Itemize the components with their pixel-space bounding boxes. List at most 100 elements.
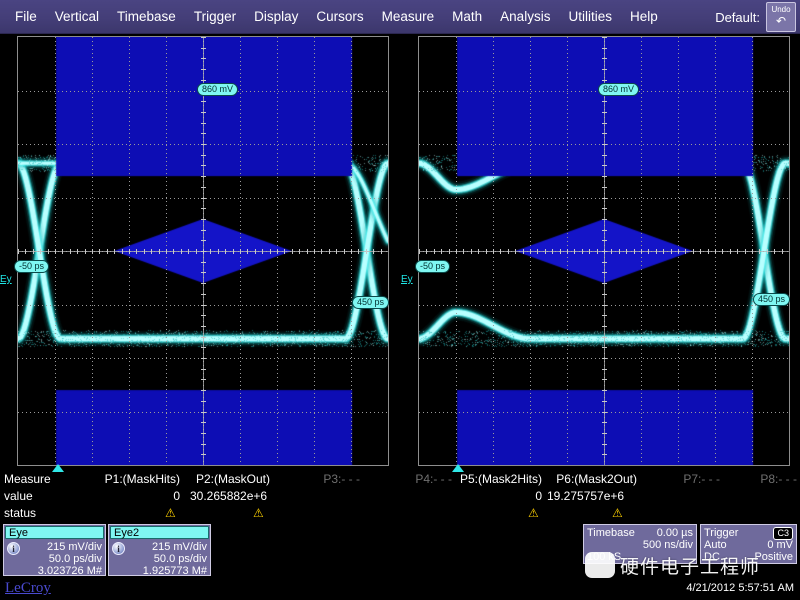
measure-col-header-p1[interactable]: P1:(MaskHits) xyxy=(100,472,180,486)
measure-value-p6: 19.275757e+6 xyxy=(547,489,637,503)
menu-item-cursors[interactable]: Cursors xyxy=(307,0,372,34)
grid-tick xyxy=(201,198,206,199)
info-icon[interactable]: i xyxy=(7,542,20,555)
trigger-descriptor[interactable]: Trigger C3 Auto 0 mV DC Positive xyxy=(700,524,797,564)
measure-col-header-p7[interactable]: P7:- - - xyxy=(660,472,720,486)
measure-status-warning-p6[interactable]: ⚠ xyxy=(612,506,623,520)
left-grid-right-cursor-label[interactable]: 450 ps xyxy=(352,296,389,309)
right-grid-right-cursor-label[interactable]: 450 ps xyxy=(753,293,790,306)
grid-tick xyxy=(196,249,197,254)
trigger-coupling: DC xyxy=(704,551,720,563)
left-grid-position-marker[interactable] xyxy=(52,464,64,472)
grid-tick xyxy=(602,347,607,348)
grid-tick xyxy=(188,249,189,254)
undo-button[interactable]: Undo ↶ xyxy=(766,2,796,32)
grid-tick xyxy=(201,155,206,156)
grid-tick xyxy=(225,249,226,254)
footer-bar: LeCroy 4/21/2012 5:57:51 AM xyxy=(0,578,800,600)
measure-col-header-p8[interactable]: P8:- - - xyxy=(737,472,797,486)
grid-tick xyxy=(611,249,612,254)
channel-descriptor-eye-title[interactable]: Eye xyxy=(5,526,104,539)
grid-tick xyxy=(634,249,635,254)
measure-col-header-p2[interactable]: P2:(MaskOut) xyxy=(190,472,270,486)
timebase-descriptor[interactable]: Timebase 0.00 µs 500 ns/div 100 kS xyxy=(583,524,697,564)
grid-tick xyxy=(663,249,664,254)
measure-status-warning-p1[interactable]: ⚠ xyxy=(165,506,176,520)
grid-tick xyxy=(201,165,206,166)
left-eye-grid[interactable] xyxy=(17,36,389,466)
grid-tick xyxy=(201,294,206,295)
menu-item-trigger[interactable]: Trigger xyxy=(185,0,245,34)
menu-item-timebase[interactable]: Timebase xyxy=(108,0,185,34)
grid-tick xyxy=(602,369,607,370)
measure-col-header-p4[interactable]: P4:- - - xyxy=(392,472,452,486)
left-grid-left-cursor-label[interactable]: -50 ps xyxy=(14,260,49,273)
grid-tick xyxy=(537,249,538,254)
menu-item-vertical[interactable]: Vertical xyxy=(46,0,108,34)
grid-tick xyxy=(201,454,206,455)
grid-tick xyxy=(789,249,790,254)
grid-tick xyxy=(602,401,607,402)
right-grid-top-mask-label: 860 mV xyxy=(598,83,639,96)
menu-item-file[interactable]: File xyxy=(6,0,46,34)
datetime-display: 4/21/2012 5:57:51 AM xyxy=(686,582,794,594)
grid-tick xyxy=(233,249,234,254)
grid-tick xyxy=(329,249,330,254)
measure-col-header-p5[interactable]: P5:(Mask2Hits) xyxy=(452,472,542,486)
menu-item-display[interactable]: Display xyxy=(245,0,307,34)
lecroy-brand-link[interactable]: LeCroy xyxy=(5,580,51,597)
grid-tick xyxy=(685,249,686,254)
grid-tick xyxy=(602,251,607,252)
grid-tick xyxy=(602,412,607,413)
measure-table: Measure P1:(MaskHits) P2:(MaskOut) P3:- … xyxy=(0,470,800,522)
grid-tick xyxy=(700,249,701,254)
grid-tick xyxy=(602,80,607,81)
channel-descriptor-eye[interactable]: Eye i 215 mV/div 50.0 ps/div 3.023726 M# xyxy=(3,524,106,576)
channel-descriptor-eye2-title[interactable]: Eye2 xyxy=(110,526,209,539)
measure-header-row: Measure P1:(MaskHits) P2:(MaskOut) P3:- … xyxy=(0,472,800,488)
grid-tick xyxy=(381,249,382,254)
grid-tick xyxy=(441,249,442,254)
channel-eye2-samples: 1.925773 M# xyxy=(143,565,207,577)
grid-tick xyxy=(602,144,607,145)
menu-item-measure[interactable]: Measure xyxy=(373,0,444,34)
grid-tick xyxy=(201,144,206,145)
measure-col-header-p3[interactable]: P3:- - - xyxy=(300,472,360,486)
menu-item-analysis[interactable]: Analysis xyxy=(491,0,559,34)
grid-tick xyxy=(602,219,607,220)
grid-tick xyxy=(426,249,427,254)
default-label: Default: xyxy=(715,10,760,25)
menu-item-help[interactable]: Help xyxy=(621,0,667,34)
measure-value-label: value xyxy=(4,489,33,503)
menu-item-utilities[interactable]: Utilities xyxy=(559,0,621,34)
right-grid-channel-marker[interactable]: Ey xyxy=(401,274,413,285)
grid-tick xyxy=(589,249,590,254)
grid-tick xyxy=(597,249,598,254)
grid-tick xyxy=(463,249,464,254)
grid-tick xyxy=(321,249,322,254)
measure-col-header-p6[interactable]: P6:(Mask2Out) xyxy=(547,472,637,486)
grid-tick xyxy=(201,444,206,445)
info-icon[interactable]: i xyxy=(112,542,125,555)
grid-tick xyxy=(449,249,450,254)
menu-item-math[interactable]: Math xyxy=(443,0,491,34)
measure-status-warning-p2[interactable]: ⚠ xyxy=(253,506,264,520)
channel-descriptor-eye2[interactable]: Eye2 i 215 mV/div 50.0 ps/div 1.925773 M… xyxy=(108,524,211,576)
right-grid-position-marker[interactable] xyxy=(452,464,464,472)
grid-tick xyxy=(299,249,300,254)
measure-status-warning-p5[interactable]: ⚠ xyxy=(528,506,539,520)
grid-tick xyxy=(129,249,130,254)
grid-tick xyxy=(388,249,389,254)
right-eye-grid[interactable] xyxy=(418,36,790,466)
left-grid-channel-marker[interactable]: Ey xyxy=(0,274,12,285)
grid-tick xyxy=(602,133,607,134)
grid-tick xyxy=(602,69,607,70)
measure-value-p5: 0 xyxy=(452,489,542,503)
grid-tick xyxy=(730,249,731,254)
right-grid-left-cursor-label[interactable]: -50 ps xyxy=(415,260,450,273)
grid-tick xyxy=(602,294,607,295)
grid-tick xyxy=(602,390,607,391)
grid-tick xyxy=(602,337,607,338)
grid-tick xyxy=(201,337,206,338)
grid-tick xyxy=(201,133,206,134)
